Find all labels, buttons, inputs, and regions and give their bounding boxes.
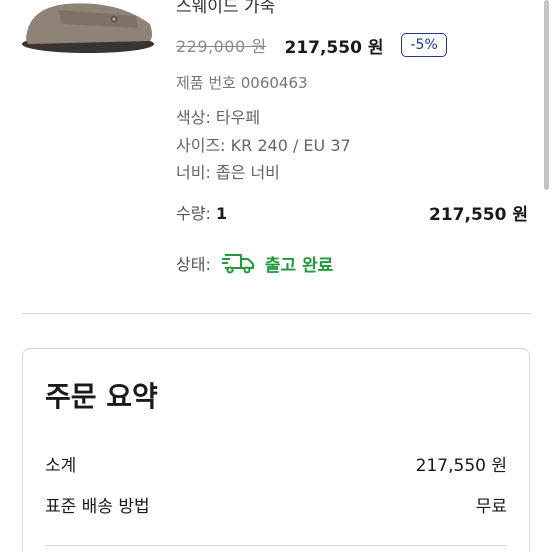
quantity-label: 수량: xyxy=(176,204,211,223)
status-label: 상태: xyxy=(176,255,211,274)
status-text: 출고 완료 xyxy=(264,255,334,276)
summary-title: 주문 요약 xyxy=(45,380,158,413)
quantity-value: 1 xyxy=(215,204,228,223)
order-summary-card: 주문 요약 소계 217,550 원 표준 배송 방법 무료 xyxy=(22,348,530,552)
shipping-value: 무료 xyxy=(475,497,507,517)
section-divider xyxy=(22,313,532,314)
scrollbar[interactable] xyxy=(544,0,549,190)
product-size: 사이즈: KR 240 / EU 37 xyxy=(176,136,351,155)
current-price: 217,550 원 xyxy=(284,37,384,58)
product-title: 스웨이드 가죽 xyxy=(176,0,276,17)
quantity-group: 수량: 1 xyxy=(176,200,227,225)
subtotal-value: 217,550 원 xyxy=(415,456,507,476)
subtotal-label: 소계 xyxy=(45,456,77,476)
shipping-row: 표준 배송 방법 무료 xyxy=(45,492,507,517)
price-row: 229,000 원 217,550 원 -5% xyxy=(176,30,447,60)
product-number: 제품 번호 0060463 xyxy=(176,74,308,92)
product-color: 색상: 타우페 xyxy=(176,108,261,127)
line-total: 217,550 원 xyxy=(429,205,528,225)
subtotal-row: 소계 217,550 원 xyxy=(45,451,507,476)
truck-icon xyxy=(221,254,254,274)
product-image xyxy=(22,3,154,53)
discount-badge: -5% xyxy=(401,33,447,57)
status-row: 상태: 출고 완료 xyxy=(176,250,333,276)
shipping-label: 표준 배송 방법 xyxy=(45,497,150,517)
original-price: 229,000 원 xyxy=(176,37,267,56)
summary-divider xyxy=(45,545,507,546)
product-width: 너비: 좁은 너비 xyxy=(176,163,280,182)
quantity-row: 수량: 1 217,550 원 xyxy=(176,200,528,225)
